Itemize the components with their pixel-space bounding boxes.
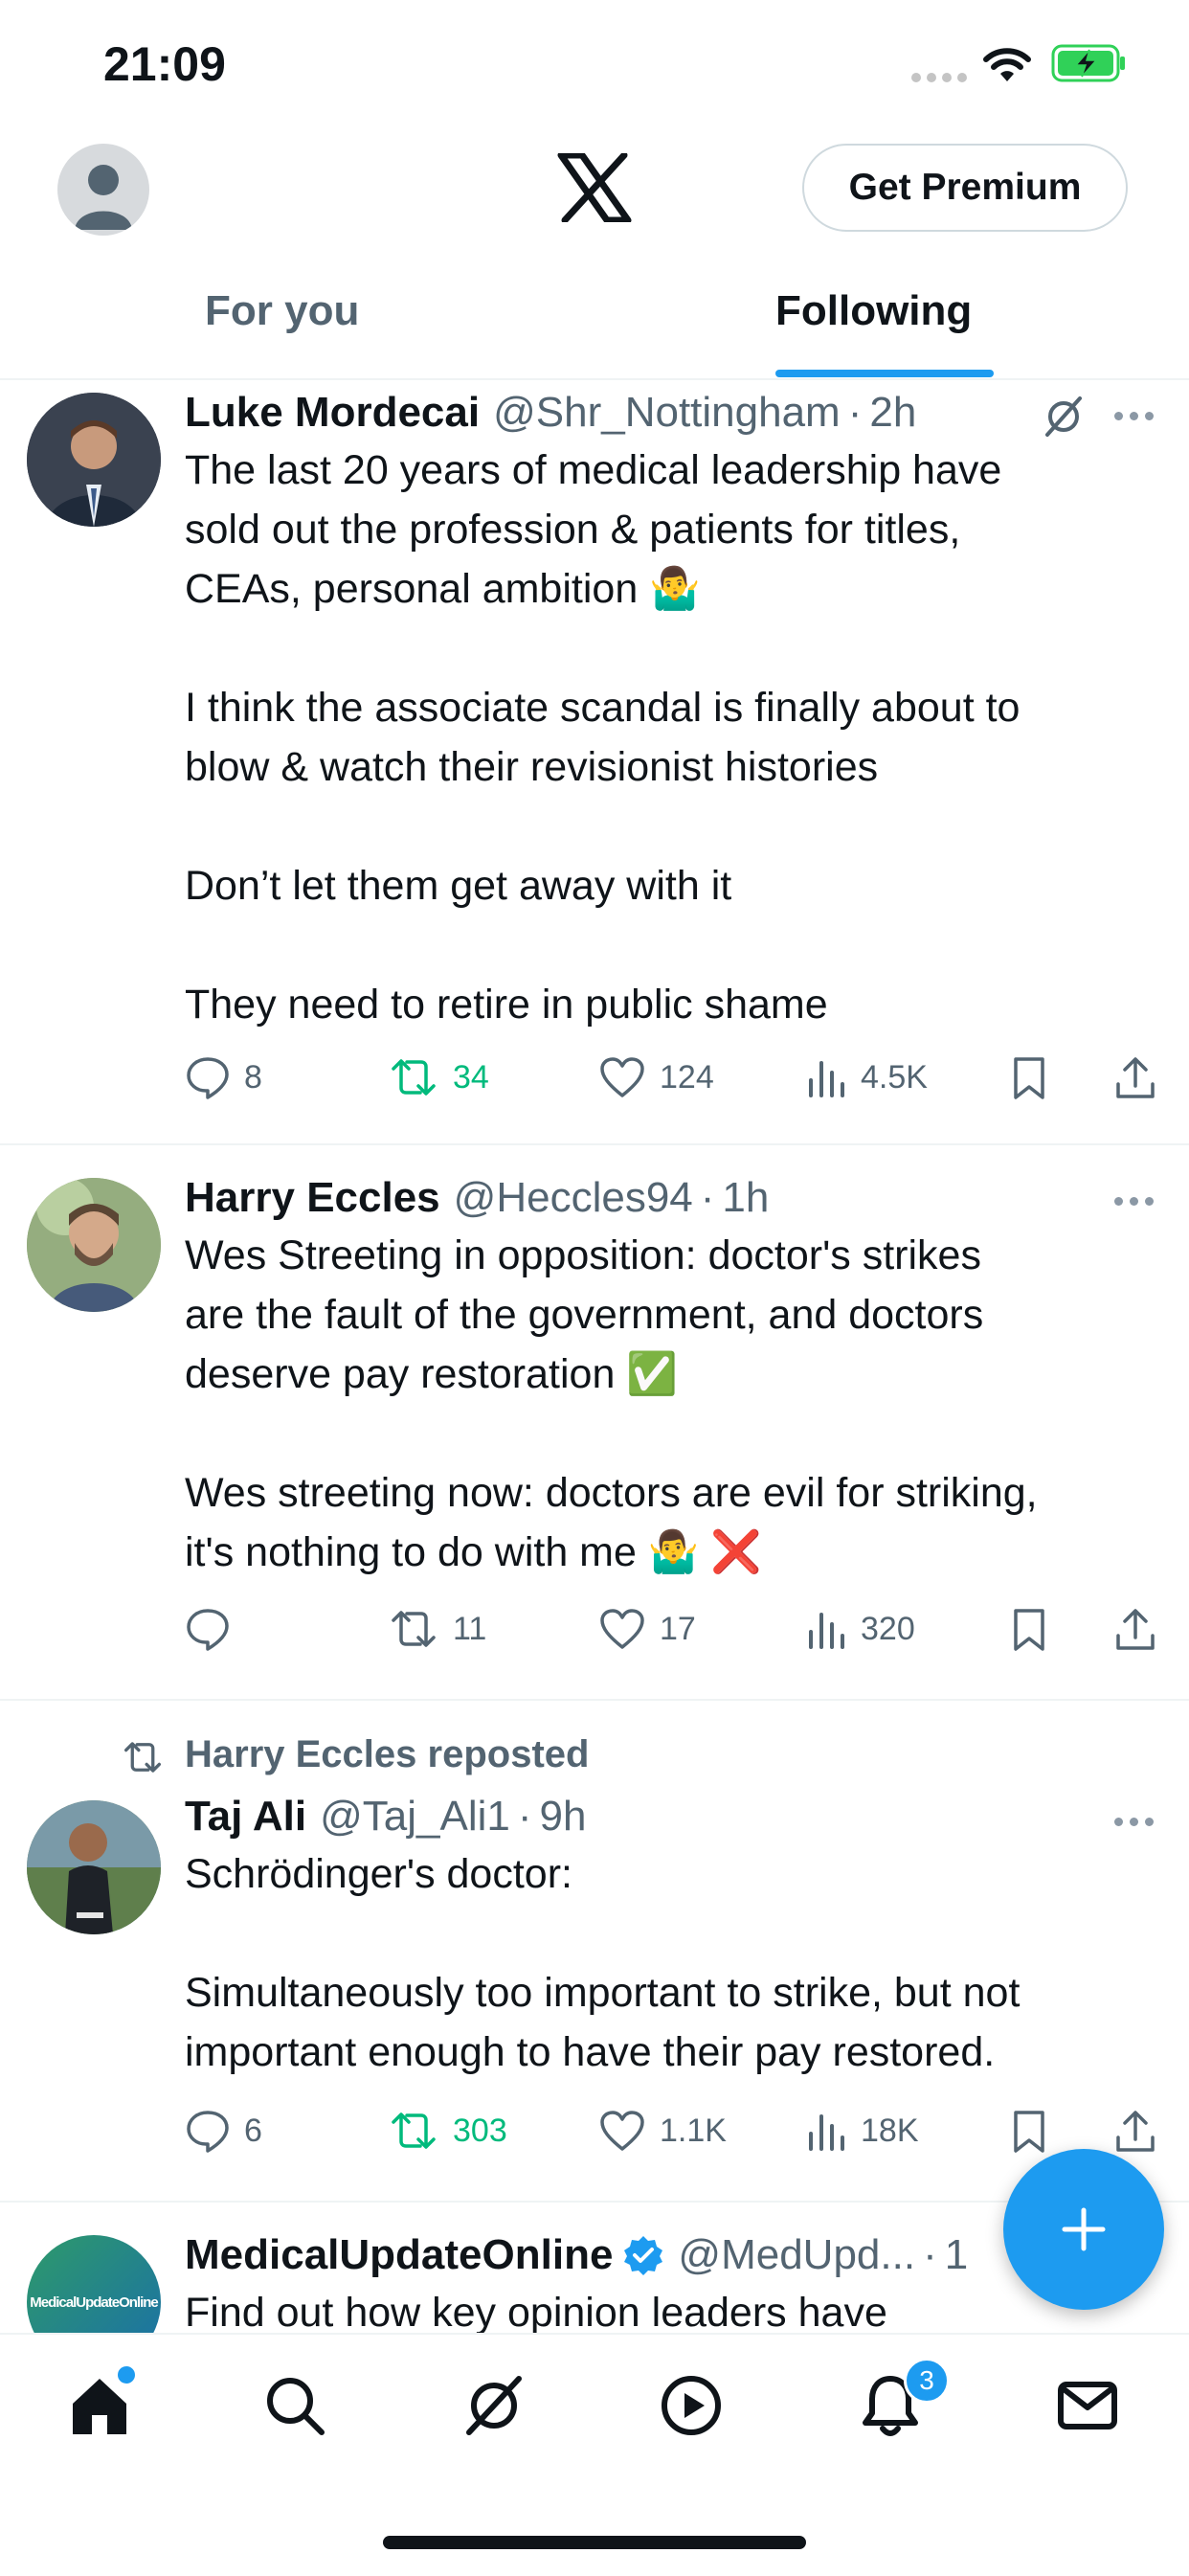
bookmark-button[interactable]	[1010, 1607, 1048, 1653]
post-author-name[interactable]: MedicalUpdateOnline	[185, 2231, 613, 2279]
post-item[interactable]: Harry Eccles reposted Taj Ali @Taj_Ali1 …	[0, 1701, 1189, 2203]
separator-dot: ·	[700, 1174, 715, 1221]
reply-count: 6	[244, 2112, 262, 2149]
home-indicator	[383, 2536, 806, 2549]
compose-post-button[interactable]	[1003, 2149, 1164, 2310]
post-time: 2h	[869, 389, 917, 436]
search-icon[interactable]	[260, 2371, 329, 2440]
reply-button[interactable]	[185, 1607, 244, 1651]
repost-icon	[121, 1739, 165, 1775]
post-time: 9h	[539, 1793, 587, 1840]
bookmark-button[interactable]	[1010, 2109, 1048, 2155]
like-count: 124	[660, 1058, 714, 1096]
post-text: Wes Streeting in opposition: doctor's st…	[185, 1232, 1038, 1575]
video-icon[interactable]	[657, 2371, 726, 2440]
post-author-name[interactable]: Taj Ali	[185, 1793, 306, 1841]
avatar[interactable]	[27, 1800, 161, 1934]
post-author-handle[interactable]: @MedUpd...	[678, 2231, 915, 2279]
like-count: 1.1K	[660, 2112, 727, 2149]
post-text: The last 20 years of medical leadership …	[185, 447, 1021, 1028]
views-count: 320	[861, 1610, 915, 1647]
notification-count-badge: 3	[904, 2358, 950, 2404]
reply-button[interactable]: 6	[185, 2109, 262, 2153]
post-author-handle[interactable]: @Heccles94	[454, 1174, 693, 1222]
like-button[interactable]: 124	[598, 1055, 714, 1099]
post-author-handle[interactable]: @Taj_Ali1	[320, 1793, 510, 1841]
more-options-icon[interactable]	[1114, 1818, 1154, 1826]
avatar[interactable]	[27, 393, 161, 527]
post-text: Find out how key opinion leaders have	[185, 2290, 887, 2333]
post-item[interactable]: Harry Eccles @Heccles94 · 1h Wes Streeti…	[0, 1145, 1189, 1701]
post-time: 1	[944, 2231, 969, 2278]
avatar-logo-text: MedicalUpdateOnline	[30, 2294, 159, 2311]
more-options-icon[interactable]	[1114, 412, 1154, 420]
separator-dot: ·	[847, 389, 863, 436]
get-premium-button[interactable]: Get Premium	[802, 144, 1128, 232]
views-count: 4.5K	[861, 1058, 928, 1096]
post-item[interactable]: Luke Mordecai @Shr_Nottingham · 2h The l…	[0, 379, 1189, 1145]
wifi-icon	[982, 46, 1032, 84]
post-text: Schrödinger's doctor: Simultaneously too…	[185, 1851, 1021, 2075]
views-count: 18K	[861, 2112, 919, 2149]
repost-button[interactable]: 303	[388, 2109, 507, 2153]
messages-icon[interactable]	[1053, 2371, 1122, 2440]
repost-count: 303	[453, 2112, 507, 2149]
like-button[interactable]: 1.1K	[598, 2109, 727, 2153]
post-time: 1h	[722, 1174, 770, 1221]
avatar[interactable]: MedicalUpdateOnline	[27, 2235, 161, 2333]
share-button[interactable]	[1113, 2109, 1157, 2155]
repost-attribution[interactable]: Harry Eccles reposted	[185, 1733, 589, 1776]
tab-for-you[interactable]: For you	[205, 287, 359, 335]
like-button[interactable]: 17	[598, 1607, 696, 1651]
views-button[interactable]: 320	[805, 1607, 915, 1651]
repost-button[interactable]: 11	[388, 1607, 486, 1651]
avatar[interactable]	[27, 1178, 161, 1312]
like-count: 17	[660, 1610, 696, 1647]
cellular-signal-icon	[911, 73, 967, 82]
profile-avatar[interactable]	[57, 144, 149, 236]
reply-count: 8	[244, 1058, 262, 1096]
views-button[interactable]: 18K	[805, 2109, 919, 2153]
share-button[interactable]	[1113, 1607, 1157, 1653]
grok-icon[interactable]	[1042, 395, 1086, 439]
post-author-name[interactable]: Luke Mordecai	[185, 389, 480, 437]
views-button[interactable]: 4.5K	[805, 1055, 928, 1099]
reply-button[interactable]: 8	[185, 1055, 262, 1099]
more-options-icon[interactable]	[1114, 1197, 1154, 1206]
share-button[interactable]	[1113, 1055, 1157, 1101]
x-logo-icon[interactable]	[557, 153, 632, 222]
grok-icon[interactable]	[460, 2371, 528, 2440]
separator-dot: ·	[517, 1793, 532, 1840]
tab-following[interactable]: Following	[775, 287, 972, 335]
plus-icon	[1062, 2207, 1106, 2251]
battery-charging-icon	[1051, 44, 1128, 82]
status-time: 21:09	[103, 37, 226, 91]
post-author-handle[interactable]: @Shr_Nottingham	[493, 389, 841, 437]
home-new-indicator	[115, 2363, 138, 2386]
active-tab-indicator	[775, 370, 994, 377]
post-author-name[interactable]: Harry Eccles	[185, 1174, 440, 1222]
repost-button[interactable]: 34	[388, 1055, 489, 1099]
repost-count: 34	[453, 1058, 489, 1096]
repost-count: 11	[453, 1610, 487, 1647]
bookmark-button[interactable]	[1010, 1055, 1048, 1101]
separator-dot: ·	[923, 2231, 937, 2278]
verified-badge-icon	[622, 2234, 664, 2276]
